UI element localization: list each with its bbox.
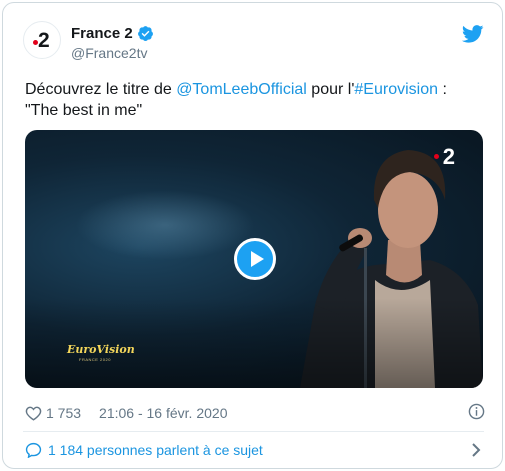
chevron-right-icon[interactable] [471, 443, 481, 457]
tweet-text: Découvrez le titre de @TomLeebOfficial p… [25, 79, 485, 121]
author-names: France 2 @France2tv [71, 25, 154, 61]
france2-watermark-text: 2 [442, 144, 455, 169]
video-media[interactable]: 2 EuroVision FRANCE 2020 [25, 130, 483, 388]
stage-light [75, 190, 255, 260]
play-icon [250, 251, 264, 267]
tweet-card: 2 France 2 @France2tv Découvrez le titre… [2, 2, 503, 469]
mention-link[interactable]: @TomLeebOfficial [176, 81, 307, 98]
speech-bubble-icon [25, 442, 42, 458]
author-display-name[interactable]: France 2 [71, 25, 133, 42]
avatar[interactable]: 2 [23, 21, 61, 59]
divider [23, 431, 484, 432]
hashtag-link[interactable]: #Eurovision [354, 81, 438, 98]
tweet-text-part: pour l' [306, 81, 355, 98]
tweet-text-line2: "The best in me" [25, 102, 143, 119]
tweet-timestamp[interactable]: 21:06 - 16 févr. 2020 [99, 405, 227, 421]
tweet-meta: 1 753 21:06 - 16 févr. 2020 [25, 403, 485, 423]
france2-watermark: 2 [433, 144, 455, 170]
like-count[interactable]: 1 753 [46, 405, 81, 421]
conversation-count-text[interactable]: 1 184 personnes parlent à ce sujet [48, 442, 263, 458]
author-display-name-row[interactable]: France 2 [71, 25, 154, 42]
avatar-logo-text: 2 [38, 29, 50, 52]
france2-watermark-dot [433, 154, 439, 159]
verified-badge-icon [137, 26, 153, 42]
heart-icon[interactable] [25, 405, 42, 421]
twitter-bird-icon[interactable] [462, 25, 484, 43]
play-button[interactable] [234, 238, 276, 280]
tweet-text-part: : [438, 81, 447, 98]
eurovision-logo: EuroVision [67, 343, 135, 356]
eurovision-subtitle: FRANCE 2020 [79, 357, 111, 362]
conversation-link-row[interactable]: 1 184 personnes parlent à ce sujet [25, 439, 485, 461]
author-handle[interactable]: @France2tv [71, 45, 154, 61]
tweet-text-part: Découvrez le titre de [25, 81, 177, 98]
info-icon[interactable] [468, 403, 485, 420]
tweet-header: 2 France 2 @France2tv [23, 17, 484, 67]
